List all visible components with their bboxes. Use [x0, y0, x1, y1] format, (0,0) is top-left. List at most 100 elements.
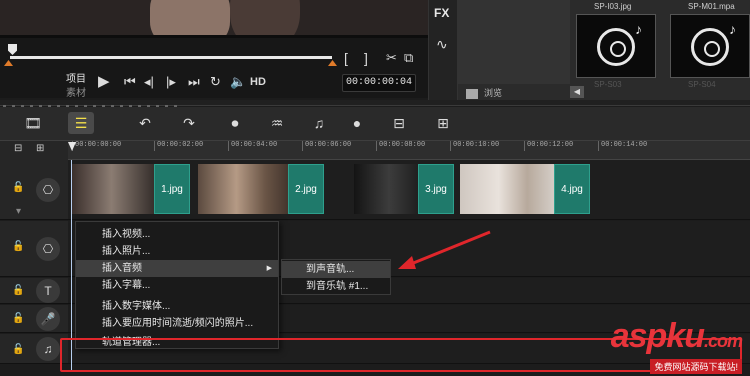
redo-icon[interactable]: ↷ — [176, 112, 202, 134]
watermark-tagline: 免费网站源码下载站! — [650, 359, 742, 374]
playback-controls: 项目 素材 ▶ ⏮ ◂| |▸ ⏭ ↻ 🔈 HD 00:00:00:04 — [0, 68, 428, 99]
timeline-clip[interactable]: 2.jpg — [198, 164, 324, 214]
scissors-icon[interactable]: ✂ — [386, 50, 397, 66]
preview-figure — [150, 0, 230, 38]
video-track-icon[interactable]: ⎔ — [36, 178, 60, 202]
step-forward-icon[interactable]: |▸ — [166, 74, 176, 90]
timeline-view-icon[interactable]: ☰ — [68, 112, 94, 134]
preview-video — [0, 0, 428, 38]
mode-project-label[interactable]: 项目 — [66, 70, 86, 85]
lock-icon[interactable]: 🔓 — [12, 313, 24, 324]
video-track[interactable]: 1.jpg 2.jpg 3.jpg 4.jpg — [68, 160, 750, 220]
menu-insert-video[interactable]: 插入视频... — [76, 226, 278, 243]
timecode-display[interactable]: 00:00:00:04 — [342, 74, 416, 92]
fit-icon[interactable]: ⊞ — [36, 143, 44, 154]
storyboard-view-icon[interactable]: 🎞 — [20, 112, 46, 134]
scrub-playhead[interactable] — [8, 44, 17, 55]
path-icon[interactable]: ∿ — [436, 36, 448, 53]
scrubber-bar[interactable]: [ ] ✂ ⧉ — [0, 38, 428, 68]
motion-tracking-icon[interactable]: ● — [344, 112, 370, 134]
ruler-tick: 00:00:12:00 — [524, 141, 573, 151]
clip-thumbnail — [72, 164, 160, 214]
mark-in-handle[interactable] — [4, 60, 13, 66]
thumb-sub-label: SP-S03 — [594, 80, 622, 89]
lock-icon[interactable]: 🔓 — [12, 241, 24, 252]
ruler-tick: 00:00:06:00 — [302, 141, 351, 151]
mark-out-handle[interactable] — [328, 60, 337, 66]
lock-icon[interactable]: 🔓 — [12, 182, 24, 193]
play-icon[interactable]: ▶ — [98, 72, 110, 90]
audio-mixer-icon[interactable]: ♒ — [264, 112, 290, 134]
ruler-tick: 00:00:08:00 — [376, 141, 425, 151]
volume-icon[interactable]: 🔈 — [230, 74, 246, 90]
copy-icon[interactable]: ⧉ — [404, 50, 413, 66]
repeat-icon[interactable]: ↻ — [210, 74, 221, 90]
video-track-header: 🔓 ⎔ ▾ — [0, 160, 68, 220]
scrub-track[interactable] — [10, 56, 332, 59]
subtitle-editor-icon[interactable]: ⊟ — [386, 112, 412, 134]
clip-thumbnail — [354, 164, 424, 214]
clip-label: 3.jpg — [418, 164, 454, 214]
step-back-icon[interactable]: ◂| — [144, 74, 154, 90]
ruler-tick: 00:00:14:00 — [598, 141, 647, 151]
record-capture-icon[interactable]: ⏺ — [222, 112, 248, 134]
menu-insert-photo[interactable]: 插入照片... — [76, 243, 278, 260]
timeline-ruler[interactable]: ⊟ ⊞ 00:00:00:00 00:00:02:00 00:00:04:00 … — [0, 141, 750, 160]
menu-insert-digital-media[interactable]: 插入数字媒体... — [76, 298, 278, 315]
title-track-icon[interactable]: T — [36, 279, 60, 303]
music-note-icon: ♪ — [729, 21, 736, 37]
menu-to-music-track[interactable]: 到音乐轨 #1... — [282, 278, 390, 295]
fx-button[interactable]: FX — [434, 6, 449, 20]
collapse-arrow-icon[interactable]: ◀ — [570, 86, 584, 98]
menu-insert-subtitle[interactable]: 插入字幕... — [76, 277, 278, 294]
clip-label: 2.jpg — [288, 164, 324, 214]
menu-to-voice-track[interactable]: 到声音轨... — [282, 261, 390, 278]
mark-in-button[interactable]: [ — [344, 50, 348, 66]
ruler-tick: 00:00:04:00 — [228, 141, 277, 151]
chevron-down-icon[interactable]: ▾ — [16, 206, 21, 217]
audio-disc-icon — [597, 28, 635, 66]
watermark-domain: .com — [703, 331, 743, 351]
thumb-label: SP-M01.mpa — [688, 2, 735, 11]
timeline-clip[interactable]: 3.jpg — [354, 164, 454, 214]
timeline-clip[interactable]: 1.jpg — [72, 164, 190, 214]
skip-start-icon[interactable]: ⏮ — [124, 74, 136, 90]
annotation-arrow — [398, 230, 491, 269]
lock-icon[interactable]: 🔓 — [12, 285, 24, 296]
browse-button[interactable]: 浏览 — [466, 86, 502, 99]
timeline-clip[interactable]: 4.jpg — [460, 164, 590, 214]
thumb-sub-label: SP-S04 — [688, 80, 716, 89]
ruler-tick: 00:00:00:00 — [72, 141, 121, 151]
clip-thumbnail — [198, 164, 294, 214]
auto-music-icon[interactable]: ♫ — [306, 112, 332, 134]
hd-toggle[interactable]: HD — [250, 76, 266, 88]
audio-submenu: 到声音轨... 到音乐轨 #1... — [281, 259, 391, 295]
watermark: aspku.com 免费网站源码下载站! — [610, 317, 743, 374]
menu-insert-timelapse-photo[interactable]: 插入要应用时间流逝/频闪的照片... — [76, 315, 278, 332]
ruler-controls: ⊟ ⊞ — [0, 141, 68, 160]
context-menu: 插入视频... 插入照片... 插入音频 ▶ 插入字幕... 插入数字媒体...… — [75, 221, 279, 349]
music-track-icon[interactable]: ♫ — [36, 337, 60, 361]
multi-camera-icon[interactable]: ⊞ — [430, 112, 456, 134]
clip-label: 4.jpg — [554, 164, 590, 214]
mode-clip-label[interactable]: 素材 — [66, 84, 86, 99]
panel-splitter[interactable] — [0, 100, 750, 107]
overlay-track-header: 🔓 ⎔ — [0, 221, 68, 277]
library-thumb[interactable]: ♪ — [670, 14, 750, 78]
skip-end-icon[interactable]: ⏭ — [188, 74, 200, 90]
menu-insert-audio[interactable]: 插入音频 ▶ — [76, 260, 278, 277]
preview-figure — [230, 0, 300, 38]
library-panel: 浏览 ◀ SP-I03.jpg ♪ SP-S03 SP-M01.mpa ♪ SP… — [458, 0, 750, 100]
overlay-track-icon[interactable]: ⎔ — [36, 237, 60, 261]
timeline-toolbar: 🎞 ☰ ↶ ↷ ⏺ ♒ ♫ ● ⊟ ⊞ — [0, 107, 750, 141]
fx-strip: FX ∿ — [428, 0, 458, 100]
mark-out-button[interactable]: ] — [364, 50, 368, 66]
lock-icon[interactable]: 🔓 — [12, 344, 24, 355]
ruler-tick: 00:00:10:00 — [450, 141, 499, 151]
library-thumb[interactable]: ♪ — [576, 14, 656, 78]
clip-thumbnail — [460, 164, 556, 214]
track-manager-icon[interactable]: ⊟ — [14, 143, 22, 154]
undo-icon[interactable]: ↶ — [132, 112, 158, 134]
watermark-brand: aspku — [610, 317, 705, 355]
microphone-icon[interactable]: 🎤 — [36, 307, 60, 331]
